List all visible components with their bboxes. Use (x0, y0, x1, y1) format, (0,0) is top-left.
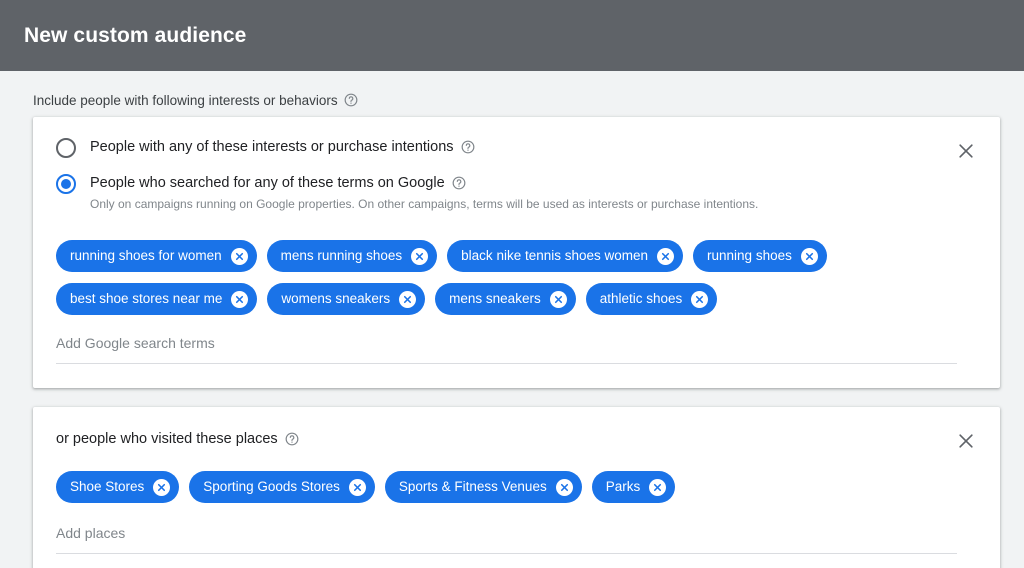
section-label-text: Include people with following interests … (33, 93, 338, 108)
interests-card: People with any of these interests or pu… (33, 117, 1000, 388)
chip-remove-icon[interactable] (411, 248, 428, 265)
chip-remove-icon[interactable] (349, 479, 366, 496)
chip-remove-icon[interactable] (550, 291, 567, 308)
places-title: or people who visited these places (56, 429, 278, 449)
chip-remove-icon[interactable] (691, 291, 708, 308)
add-search-terms-input[interactable] (56, 333, 957, 364)
chip-remove-icon[interactable] (231, 248, 248, 265)
search-term-chip[interactable]: mens running shoes (267, 240, 438, 272)
chip-remove-icon[interactable] (231, 291, 248, 308)
search-term-chip[interactable]: running shoes for women (56, 240, 257, 272)
search-term-chip[interactable]: womens sneakers (267, 283, 425, 315)
place-chip[interactable]: Parks (592, 471, 676, 503)
search-term-chip[interactable]: mens sneakers (435, 283, 576, 315)
app-header: New custom audience (0, 0, 1024, 71)
radio-search-terms-sublabel: Only on campaigns running on Google prop… (90, 196, 758, 212)
close-icon[interactable] (946, 421, 986, 461)
search-term-chip[interactable]: running shoes (693, 240, 827, 272)
radio-option-interests[interactable]: People with any of these interests or pu… (51, 137, 976, 158)
search-term-chip-label: running shoes for women (70, 249, 222, 263)
search-term-chip-label: mens running shoes (281, 249, 403, 263)
search-term-chip[interactable]: best shoe stores near me (56, 283, 257, 315)
search-term-chip-label: black nike tennis shoes women (461, 249, 648, 263)
add-places-field (51, 523, 957, 554)
page-title: New custom audience (24, 24, 246, 48)
radio-search-terms-label: People who searched for any of these ter… (90, 173, 445, 193)
help-circle-icon[interactable] (452, 176, 466, 190)
place-chip-label: Sporting Goods Stores (203, 480, 340, 494)
add-search-terms-field (51, 333, 957, 364)
help-circle-icon[interactable] (344, 93, 358, 107)
place-chip-label: Sports & Fitness Venues (399, 480, 547, 494)
close-icon[interactable] (946, 131, 986, 171)
search-term-chip-label: womens sneakers (281, 292, 390, 306)
search-term-chip-label: running shoes (707, 249, 792, 263)
radio-search-terms[interactable] (56, 174, 76, 194)
radio-option-search-terms[interactable]: People who searched for any of these ter… (51, 173, 976, 212)
place-chip[interactable]: Sports & Fitness Venues (385, 471, 582, 503)
places-chip-list: Shoe Stores Sporting Goods Stores Sports &… (51, 471, 963, 503)
search-term-chip-label: best shoe stores near me (70, 292, 222, 306)
chip-remove-icon[interactable] (657, 248, 674, 265)
chip-remove-icon[interactable] (399, 291, 416, 308)
radio-interests-texts: People with any of these interests or pu… (90, 137, 475, 157)
search-terms-chip-list: running shoes for women mens running shoe… (51, 240, 963, 315)
places-title-row: or people who visited these places (51, 429, 976, 449)
radio-interests-label-row: People with any of these interests or pu… (90, 137, 475, 157)
radio-interests-label: People with any of these interests or pu… (90, 137, 454, 157)
search-term-chip-label: athletic shoes (600, 292, 683, 306)
chip-remove-icon[interactable] (801, 248, 818, 265)
chip-remove-icon[interactable] (649, 479, 666, 496)
place-chip[interactable]: Sporting Goods Stores (189, 471, 375, 503)
page-body: Include people with following interests … (0, 71, 1024, 568)
section-label: Include people with following interests … (0, 71, 1024, 111)
add-places-input[interactable] (56, 523, 957, 554)
chip-remove-icon[interactable] (153, 479, 170, 496)
search-term-chip-label: mens sneakers (449, 292, 541, 306)
search-term-chip[interactable]: black nike tennis shoes women (447, 240, 683, 272)
place-chip[interactable]: Shoe Stores (56, 471, 179, 503)
places-card: or people who visited these places Shoe … (33, 407, 1000, 568)
chip-remove-icon[interactable] (556, 479, 573, 496)
help-circle-icon[interactable] (461, 140, 475, 154)
place-chip-label: Shoe Stores (70, 480, 144, 494)
radio-search-terms-label-row: People who searched for any of these ter… (90, 173, 758, 193)
help-circle-icon[interactable] (285, 432, 299, 446)
place-chip-label: Parks (606, 480, 641, 494)
radio-search-terms-texts: People who searched for any of these ter… (90, 173, 758, 212)
radio-interests[interactable] (56, 138, 76, 158)
search-term-chip[interactable]: athletic shoes (586, 283, 718, 315)
